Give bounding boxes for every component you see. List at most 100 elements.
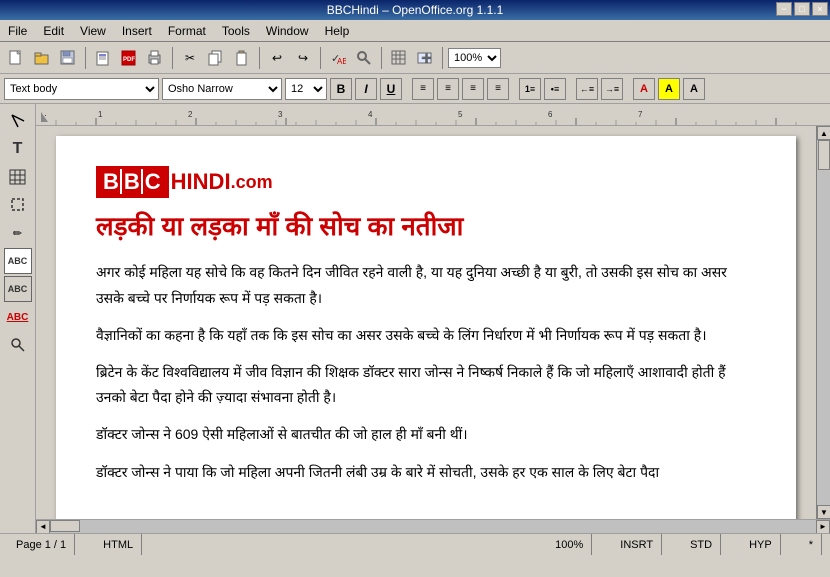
vertical-scrollbar[interactable]: ▲ ▼ xyxy=(816,126,830,519)
highlight-button[interactable]: A xyxy=(658,78,680,100)
svg-text:PDF: PDF xyxy=(123,57,135,63)
menu-edit[interactable]: Edit xyxy=(39,23,68,39)
print-button[interactable] xyxy=(143,46,167,70)
toolbar-separator-4 xyxy=(320,47,321,69)
char-bg-button[interactable]: A xyxy=(683,78,705,100)
menu-format[interactable]: Format xyxy=(164,23,210,39)
align-right-button[interactable]: ≡ xyxy=(462,78,484,100)
insert-button[interactable]: ➕ xyxy=(413,46,437,70)
bbc-b2: B xyxy=(120,169,141,194)
scroll-left-button[interactable]: ◄ xyxy=(36,520,50,534)
svg-text:6: 6 xyxy=(548,110,553,119)
toolbar-separator-2 xyxy=(172,47,173,69)
underline-button[interactable]: U xyxy=(380,78,402,100)
find-button[interactable] xyxy=(352,46,376,70)
minimize-button[interactable]: − xyxy=(776,2,792,16)
draw-tool[interactable]: ✏ xyxy=(4,220,32,246)
redo-button[interactable]: ↪ xyxy=(291,46,315,70)
svg-text:4: 4 xyxy=(368,110,373,119)
document-page: BBC HINDI .com लड़की या लड़का माँ की सोच… xyxy=(56,136,796,519)
menu-bar: File Edit View Insert Format Tools Windo… xyxy=(0,20,830,42)
font-color-button[interactable]: A xyxy=(633,78,655,100)
paragraph-3: ब्रिटेन के केंट विश्वविद्यालय में जीव वि… xyxy=(96,360,756,410)
spellcheck-button[interactable]: ✓ABC xyxy=(326,46,350,70)
bullets-button[interactable]: •≡ xyxy=(544,78,566,100)
bbc-b: B xyxy=(103,169,120,194)
cut-button[interactable]: ✂ xyxy=(178,46,202,70)
bbc-box: BBC xyxy=(96,166,169,198)
close-button[interactable]: × xyxy=(812,2,828,16)
style-select[interactable]: Text body xyxy=(4,78,159,100)
hindi-logo-text: HINDI xyxy=(171,169,231,195)
paragraph-4: डॉक्टर जोन्स ने 609 ऐसी महिलाओं से बातची… xyxy=(96,422,756,447)
abc-tool2[interactable]: ABC xyxy=(4,276,32,302)
align-justify-button[interactable]: ≡ xyxy=(487,78,509,100)
bbc-c: C xyxy=(141,169,162,194)
restore-button[interactable]: □ xyxy=(794,2,810,16)
scroll-track-v[interactable] xyxy=(817,140,830,505)
table-insert-tool[interactable] xyxy=(4,164,32,190)
left-toolbar: T ✏ ABC ABC ABC xyxy=(0,104,36,533)
paragraph-1: अगर कोई महिला यह सोचे कि वह कितने दिन जी… xyxy=(96,260,756,310)
open-button[interactable] xyxy=(30,46,54,70)
app-title: BBCHindi – OpenOffice.org 1.1.1 xyxy=(327,3,504,17)
zoom-select[interactable]: 100% 75% 150% xyxy=(448,48,501,68)
horizontal-scrollbar[interactable]: ◄ ► xyxy=(36,519,830,533)
scroll-track-h[interactable] xyxy=(50,520,816,534)
scroll-thumb-v[interactable] xyxy=(818,140,830,170)
selection-tool[interactable] xyxy=(4,108,32,134)
table-button[interactable] xyxy=(387,46,411,70)
svg-text:5: 5 xyxy=(458,110,463,119)
undo-button[interactable]: ↩ xyxy=(265,46,289,70)
scroll-down-button[interactable]: ▼ xyxy=(817,505,830,519)
align-left-button[interactable]: ≡ xyxy=(412,78,434,100)
main-area: T ✏ ABC ABC ABC · xyxy=(0,104,830,555)
abc-field[interactable]: ABC xyxy=(4,248,32,274)
copy-button[interactable] xyxy=(204,46,228,70)
frame-tool[interactable] xyxy=(4,192,32,218)
toolbar-separator-6 xyxy=(442,47,443,69)
dot-com-text: .com xyxy=(231,172,273,193)
italic-button[interactable]: I xyxy=(355,78,377,100)
menu-tools[interactable]: Tools xyxy=(218,23,254,39)
format-status: HTML xyxy=(95,534,142,555)
indent-dec-button[interactable]: ←≡ xyxy=(576,78,598,100)
menu-view[interactable]: View xyxy=(76,23,110,39)
bold-button[interactable]: B xyxy=(330,78,352,100)
svg-text:➕: ➕ xyxy=(421,52,432,63)
selection-mode: STD xyxy=(682,534,721,555)
toolbar-separator-1 xyxy=(85,47,86,69)
toolbar-separator-3 xyxy=(259,47,260,69)
align-center-button[interactable]: ≡ xyxy=(437,78,459,100)
menu-window[interactable]: Window xyxy=(262,23,313,39)
edit-button[interactable] xyxy=(91,46,115,70)
ruler: · 1 2 3 4 5 6 7 xyxy=(36,104,830,126)
menu-help[interactable]: Help xyxy=(321,23,354,39)
menu-insert[interactable]: Insert xyxy=(118,23,156,39)
ruler-svg: · 1 2 3 4 5 6 7 xyxy=(36,104,830,126)
toolbar-separator-5 xyxy=(381,47,382,69)
hyphen-mode: HYP xyxy=(741,534,781,555)
main-toolbar: PDF ✂ ↩ ↪ ✓ABC ➕ 100% 75% 150% xyxy=(0,42,830,74)
indent-inc-button[interactable]: →≡ xyxy=(601,78,623,100)
numbering-button[interactable]: 1≡ xyxy=(519,78,541,100)
search-tool[interactable] xyxy=(4,332,32,358)
font-select[interactable]: Osho Narrow xyxy=(162,78,282,100)
font-size-select[interactable]: 12 xyxy=(285,78,327,100)
document-scroll-area[interactable]: BBC HINDI .com लड़की या लड़का माँ की सोच… xyxy=(36,126,816,519)
new-button[interactable] xyxy=(4,46,28,70)
paste-button[interactable] xyxy=(230,46,254,70)
text-tool[interactable]: T xyxy=(4,136,32,162)
abc-tool3[interactable]: ABC xyxy=(4,304,32,330)
insert-mode: INSRT xyxy=(612,534,662,555)
svg-text:1: 1 xyxy=(98,110,103,119)
pdf-button[interactable]: PDF xyxy=(117,46,141,70)
svg-text:ABC: ABC xyxy=(337,57,346,66)
window-controls[interactable]: − □ × xyxy=(776,2,828,16)
scroll-thumb-h[interactable] xyxy=(50,520,80,532)
scroll-up-button[interactable]: ▲ xyxy=(817,126,830,140)
menu-file[interactable]: File xyxy=(4,23,31,39)
save-button[interactable] xyxy=(56,46,80,70)
scroll-right-button[interactable]: ► xyxy=(816,520,830,534)
extra-status: * xyxy=(801,534,822,555)
